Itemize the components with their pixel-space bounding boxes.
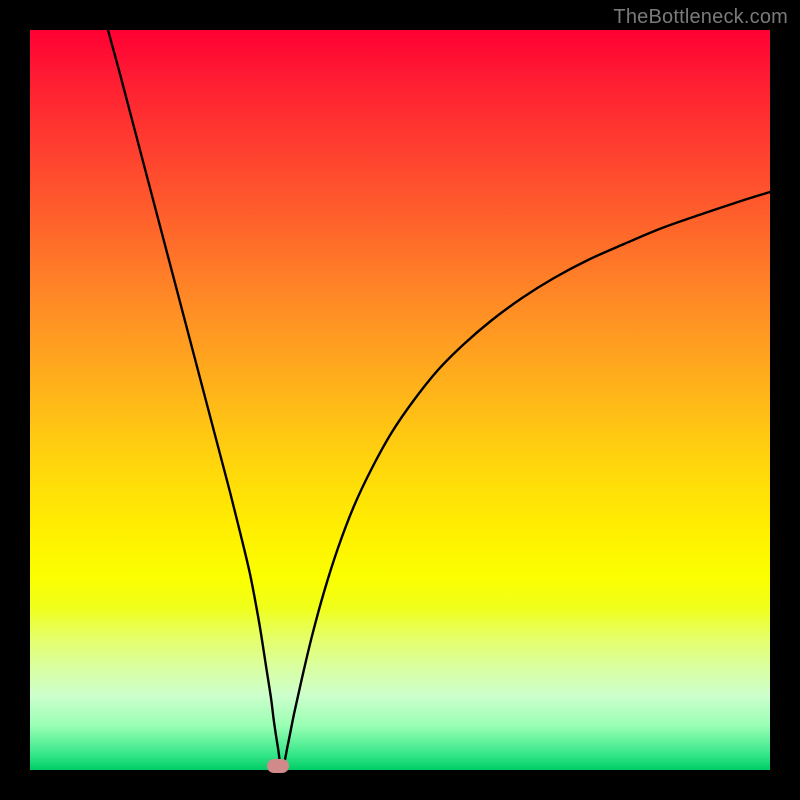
bottleneck-curve xyxy=(30,30,770,770)
watermark-text: TheBottleneck.com xyxy=(613,6,788,29)
minimum-marker xyxy=(267,759,289,773)
